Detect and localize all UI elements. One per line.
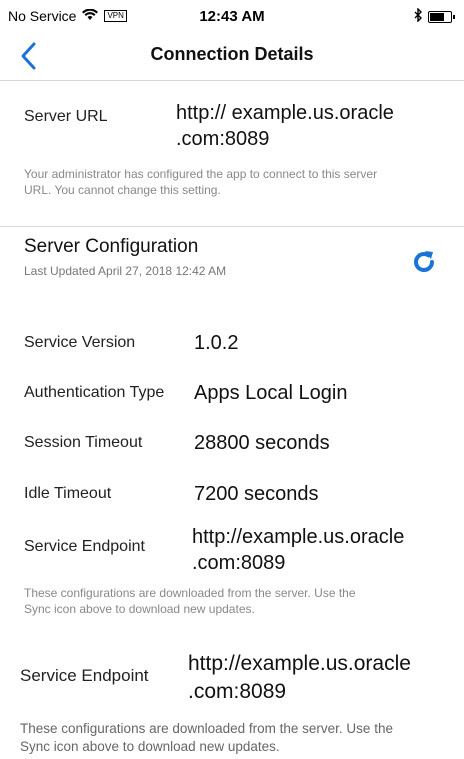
divider <box>0 226 464 227</box>
status-bar: No Service VPN 12:43 AM <box>0 0 464 32</box>
server-url-value-line1: http:// example.us.oracle <box>176 102 394 124</box>
server-url-label: Server URL <box>24 108 108 125</box>
service-endpoint-value-line2: .com:8089 <box>192 552 286 574</box>
server-url-value: http:// example.us.oracle .com:8089 <box>176 100 394 152</box>
battery-fill <box>430 12 444 21</box>
session-timeout-value: 28800 seconds <box>194 432 330 454</box>
bluetooth-icon <box>414 7 422 25</box>
config-row-service-version: Service Version 1.0.2 <box>0 330 464 358</box>
config-row-authentication-type: Authentication Type Apps Local Login <box>0 380 464 408</box>
endpoint-zoom-section: Service Endpoint http://example.us.oracl… <box>0 650 464 710</box>
refresh-icon[interactable] <box>410 248 438 276</box>
config-note: These configurations are downloaded from… <box>24 585 356 617</box>
last-updated-text: Last Updated April 27, 2018 12:42 AM <box>24 264 227 278</box>
server-config-title: Server Configuration <box>24 236 199 257</box>
endpoint-zoom-label: Service Endpoint <box>20 666 149 685</box>
service-endpoint-value-line1: http://example.us.oracle <box>192 526 405 548</box>
authentication-type-value: Apps Local Login <box>194 382 348 404</box>
endpoint-zoom-value: http://example.us.oracle .com:8089 <box>188 650 411 706</box>
endpoint-zoom-note: These configurations are downloaded from… <box>20 720 393 756</box>
config-row-service-endpoint: Service Endpoint http://example.us.oracl… <box>0 524 464 584</box>
server-url-section: Server URL http:// example.us.oracle .co… <box>0 80 464 228</box>
battery-nub <box>453 14 455 19</box>
service-endpoint-value: http://example.us.oracle .com:8089 <box>192 524 404 576</box>
authentication-type-label: Authentication Type <box>24 384 165 401</box>
service-version-value: 1.0.2 <box>194 332 239 354</box>
idle-timeout-label: Idle Timeout <box>24 485 112 502</box>
server-url-note: Your administrator has configured the ap… <box>24 166 377 198</box>
server-url-note-line2: URL. You cannot change this setting. <box>24 183 221 197</box>
endpoint-zoom-note-line1: These configurations are downloaded from… <box>20 721 393 736</box>
server-url-note-line1: Your administrator has configured the ap… <box>24 167 378 181</box>
page-title: Connection Details <box>150 44 314 64</box>
endpoint-zoom-value-line2: .com:8089 <box>188 680 287 703</box>
config-row-idle-timeout: Idle Timeout 7200 seconds <box>0 481 464 509</box>
service-version-label: Service Version <box>24 334 136 351</box>
idle-timeout-value: 7200 seconds <box>194 483 319 505</box>
session-timeout-label: Session Timeout <box>24 434 143 451</box>
service-endpoint-label: Service Endpoint <box>24 538 145 555</box>
status-right <box>414 7 455 25</box>
endpoint-zoom-note-line2: Sync icon above to download new updates. <box>20 739 280 754</box>
battery-icon <box>428 10 455 23</box>
config-note-line1: These configurations are downloaded from… <box>24 586 356 600</box>
nav-bar: Connection Details <box>0 32 464 81</box>
config-row-session-timeout: Session Timeout 28800 seconds <box>0 430 464 458</box>
endpoint-zoom-value-line1: http://example.us.oracle <box>188 652 411 675</box>
config-note-line2: Sync icon above to download new updates. <box>24 602 255 616</box>
status-time: 12:43 AM <box>199 8 265 25</box>
server-url-value-line2: .com:8089 <box>176 128 270 150</box>
